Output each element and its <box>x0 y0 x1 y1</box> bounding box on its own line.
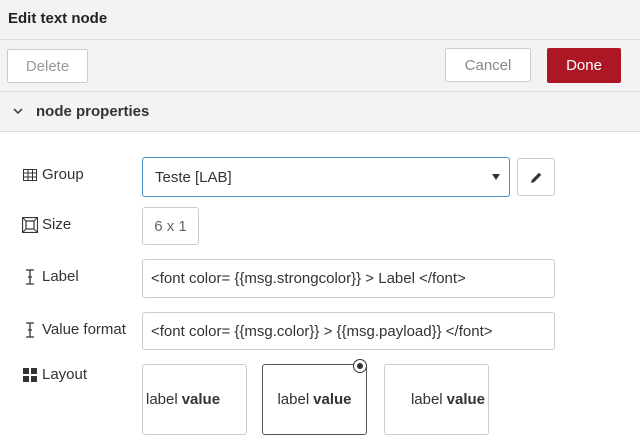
grid-icon <box>22 367 38 383</box>
group-select[interactable]: Teste [LAB] <box>142 157 510 197</box>
layout-option-value: value <box>313 391 352 408</box>
pencil-icon <box>530 172 541 183</box>
layout-option-left[interactable]: label value <box>142 364 247 435</box>
label-input-value: <font color= {{msg.strongcolor}} > Label… <box>151 270 466 287</box>
node-properties-header[interactable]: node properties <box>0 92 640 132</box>
value-format-label: Value format <box>42 321 126 338</box>
layout-option-center[interactable]: label value <box>262 359 367 435</box>
text-cursor-icon <box>22 321 38 338</box>
size-picker-button[interactable]: 6 x 1 <box>142 207 199 245</box>
layout-label: Layout <box>42 366 88 383</box>
caret-down-icon <box>492 174 500 180</box>
group-label: Group <box>42 166 84 183</box>
value-format-input[interactable]: <font color= {{msg.color}} > {{msg.paylo… <box>142 312 555 350</box>
group-select-value: Teste [LAB] <box>155 168 232 186</box>
size-label: Size <box>42 216 72 233</box>
chevron-down-icon <box>13 108 23 115</box>
dialog-header: Edit text node <box>0 0 640 40</box>
label-row-label: Label <box>22 268 79 285</box>
layout-row-label: Layout <box>22 366 87 383</box>
layout-option-value: value <box>446 391 485 408</box>
label-label: Label <box>42 268 79 285</box>
label-input[interactable]: <font color= {{msg.strongcolor}} > Label… <box>142 259 555 298</box>
layout-option-label: label <box>146 391 178 408</box>
delete-button[interactable]: Delete <box>7 49 88 83</box>
selected-radio-icon <box>353 359 367 373</box>
dialog-toolbar: Delete Cancel Done <box>0 40 640 92</box>
section-title: node properties <box>36 103 150 120</box>
group-row-label: Group <box>22 166 84 183</box>
size-value: 6 x 1 <box>154 217 187 235</box>
value-format-input-value: <font color= {{msg.color}} > {{msg.paylo… <box>151 322 493 340</box>
value-format-row-label: Value format <box>22 321 126 338</box>
done-button[interactable]: Done <box>547 48 621 83</box>
layout-option-label: label <box>410 391 443 408</box>
layout-option-label: label <box>277 391 310 408</box>
layout-option-right[interactable]: label value <box>384 364 489 435</box>
table-icon <box>22 167 38 183</box>
text-cursor-icon <box>22 268 38 285</box>
edit-group-button[interactable] <box>517 158 555 196</box>
cancel-button[interactable]: Cancel <box>445 48 531 82</box>
resize-icon <box>22 216 38 233</box>
dialog-title: Edit text node <box>8 10 108 27</box>
layout-option-value: value <box>181 391 221 408</box>
size-row-label: Size <box>22 216 71 233</box>
